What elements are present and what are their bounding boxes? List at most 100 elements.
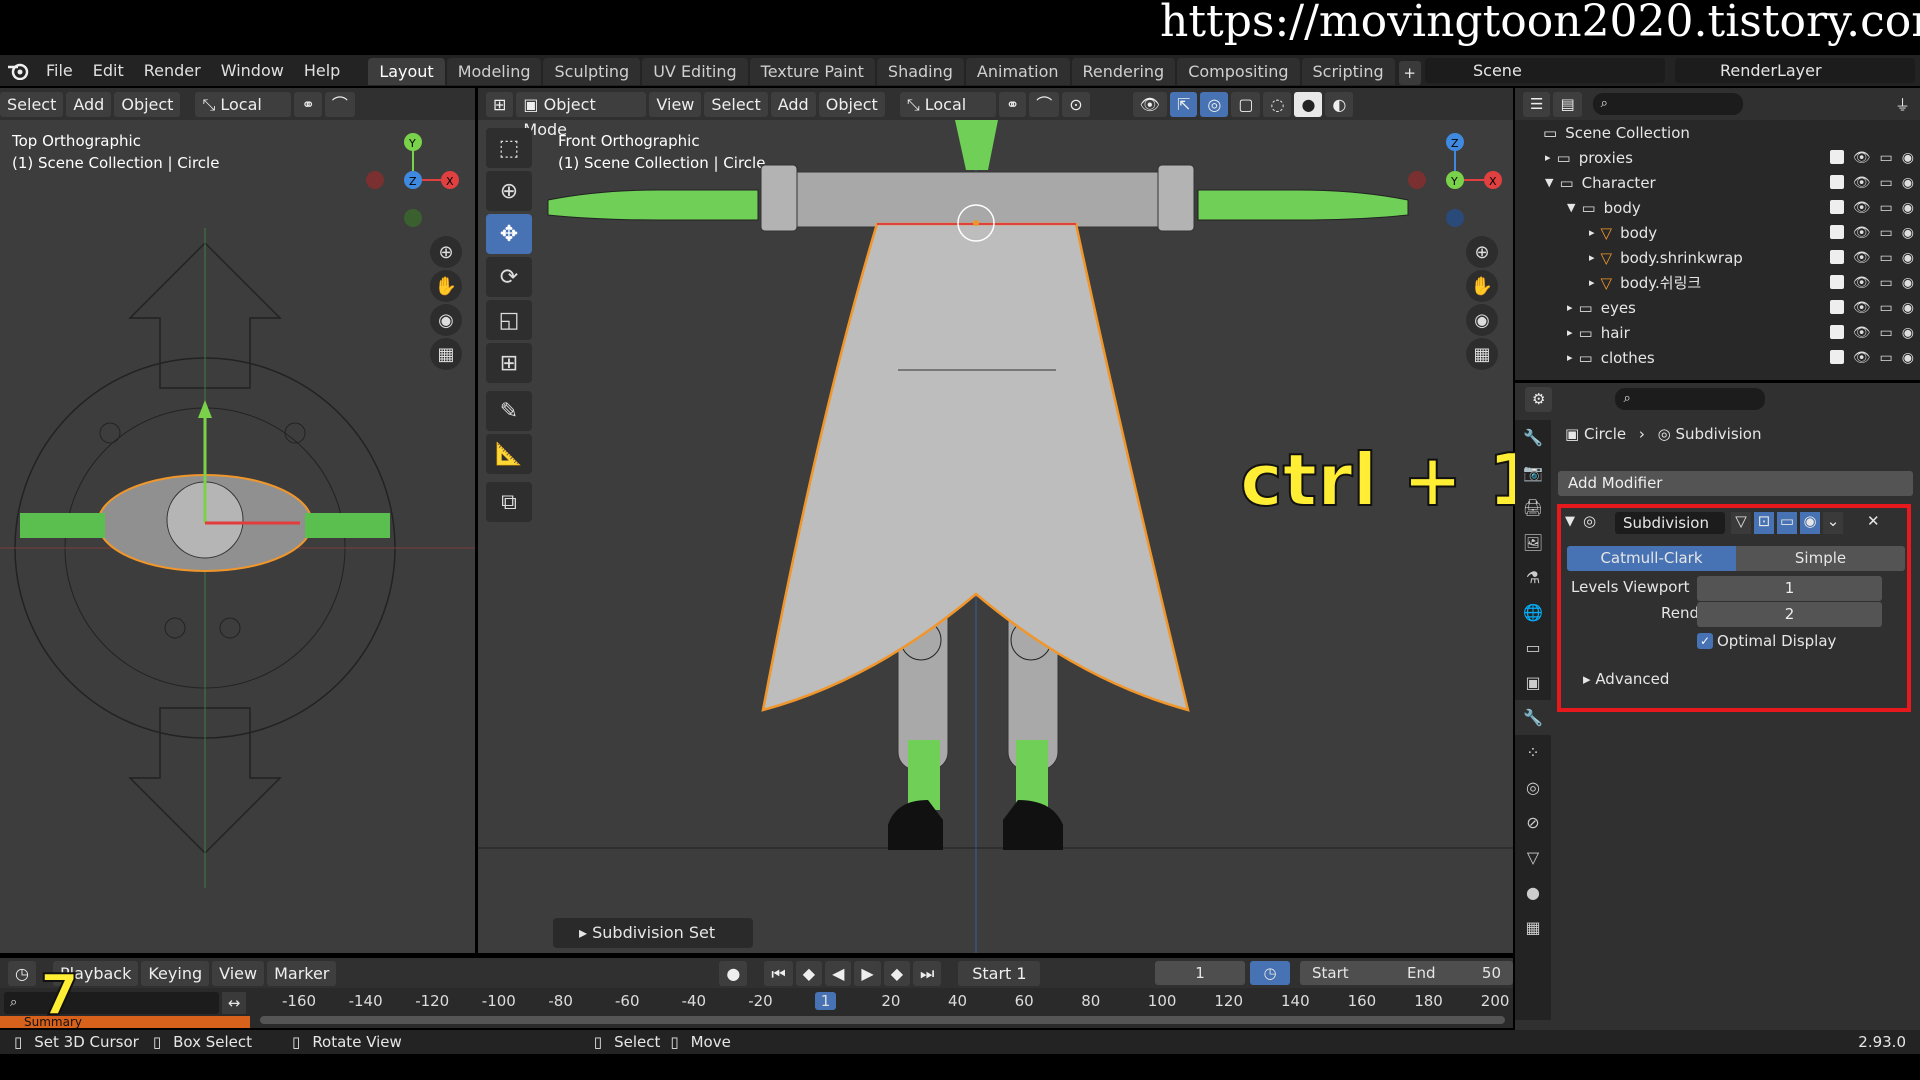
- texture-tab-icon[interactable]: ▦: [1515, 910, 1551, 945]
- render-tab-icon[interactable]: 📷: [1515, 455, 1551, 490]
- modifier-tab-icon[interactable]: 🔧: [1515, 700, 1551, 735]
- snap-icon[interactable]: ⌒: [1029, 91, 1060, 117]
- expand-arrow-icon[interactable]: ▸: [1589, 251, 1595, 264]
- outliner-row[interactable]: ▸ ▭ proxies 👁 ▭ ◉: [1515, 145, 1920, 170]
- measure-tool-icon[interactable]: 📐: [486, 434, 532, 474]
- main-pan-hand-icon[interactable]: ✋: [1466, 270, 1498, 302]
- timeline-area[interactable]: ⌕ ↔ Summary -160 -140 -120 -100 -80 -60 -40 -20…: [0, 988, 1513, 1028]
- visibility-icon[interactable]: 👁: [1132, 91, 1167, 117]
- collapse-arrow-icon[interactable]: ▼: [1565, 514, 1575, 529]
- edit-mode-toggle-icon[interactable]: ▽: [1731, 512, 1751, 534]
- timeline-view-menu[interactable]: View: [212, 960, 265, 986]
- swap-icon[interactable]: ↔: [222, 992, 246, 1014]
- menu-window[interactable]: Window: [211, 61, 294, 80]
- annotate-tool-icon[interactable]: ✎: [486, 391, 532, 431]
- editor-type-icon[interactable]: ⊞: [486, 91, 514, 117]
- left-select-menu[interactable]: Select: [0, 91, 64, 117]
- pan-hand-icon[interactable]: ✋: [430, 270, 462, 302]
- add-workspace-button[interactable]: +: [1398, 60, 1421, 85]
- end-field[interactable]: End 50: [1395, 961, 1513, 985]
- timeline-editor-icon[interactable]: ◷: [8, 960, 36, 986]
- menu-edit[interactable]: Edit: [83, 61, 134, 80]
- blender-logo-icon[interactable]: [0, 55, 36, 86]
- world-tab-icon[interactable]: 🌐: [1515, 595, 1551, 630]
- keying-menu[interactable]: Keying: [141, 960, 210, 986]
- visibility-toggles[interactable]: 👁 ▭ ◉: [1829, 224, 1914, 241]
- jump-start-icon[interactable]: ⏮: [764, 960, 793, 986]
- visibility-toggles[interactable]: 👁 ▭ ◉: [1829, 199, 1914, 216]
- mode-dropdown[interactable]: ▣ Object Mode: [516, 91, 647, 139]
- add-cube-tool-icon[interactable]: ⧉: [486, 482, 532, 522]
- particles-tab-icon[interactable]: ⁘: [1515, 735, 1551, 770]
- scene-tab-icon[interactable]: ⚗: [1515, 560, 1551, 595]
- prev-keyframe-icon[interactable]: ◆: [795, 960, 823, 986]
- outliner-row[interactable]: ▸ ▭ clothes 👁 ▭ ◉: [1515, 345, 1920, 370]
- main-navigation-gizmo[interactable]: Z X Y: [1403, 130, 1513, 230]
- move-tool-icon[interactable]: ✥: [486, 214, 532, 254]
- tool-tab-icon[interactable]: 🔧: [1515, 420, 1551, 455]
- catmull-clark-button[interactable]: Catmull-Clark: [1567, 546, 1736, 571]
- outliner-row[interactable]: ▸ ▭ eyes 👁 ▭ ◉: [1515, 295, 1920, 320]
- visibility-toggles[interactable]: 👁 ▭ ◉: [1829, 249, 1914, 266]
- current-frame-field[interactable]: 1: [1155, 961, 1245, 985]
- tab-scripting[interactable]: Scripting: [1301, 57, 1395, 85]
- visibility-toggles[interactable]: 👁 ▭ ◉: [1829, 174, 1914, 191]
- camera-icon[interactable]: ◉: [430, 304, 462, 336]
- view-layer-tab-icon[interactable]: 🖼: [1515, 525, 1551, 560]
- object-menu[interactable]: Object: [818, 91, 885, 117]
- advanced-section[interactable]: ▸ Advanced: [1583, 670, 1669, 688]
- tab-compositing[interactable]: Compositing: [1177, 57, 1300, 85]
- visibility-toggles[interactable]: 👁 ▭ ◉: [1829, 274, 1914, 291]
- main-grid-icon[interactable]: ▦: [1466, 338, 1498, 370]
- zoom-icon[interactable]: ⊕: [430, 236, 462, 268]
- output-tab-icon[interactable]: 🖨: [1515, 490, 1551, 525]
- visibility-toggles[interactable]: 👁 ▭ ◉: [1829, 349, 1914, 366]
- modifier-name-input[interactable]: Subdivision: [1615, 512, 1725, 534]
- xray-icon[interactable]: ▢: [1231, 91, 1261, 117]
- orientation-dropdown[interactable]: ⤡ Local: [899, 91, 996, 117]
- cursor-tool-icon[interactable]: ⊕: [486, 171, 532, 211]
- material-shading-icon[interactable]: ◐: [1325, 91, 1354, 117]
- outliner-row[interactable]: ▼ ▭ Character 👁 ▭ ◉: [1515, 170, 1920, 195]
- timeline-scrollbar[interactable]: [260, 1016, 1505, 1024]
- scene-selector[interactable]: Scene: [1425, 58, 1665, 83]
- left-object-menu[interactable]: Object: [114, 91, 181, 117]
- simple-button[interactable]: Simple: [1736, 546, 1905, 571]
- visibility-toggles[interactable]: 👁 ▭ ◉: [1829, 149, 1914, 166]
- remove-modifier-icon[interactable]: ✕: [1867, 512, 1880, 530]
- outliner-row[interactable]: ▼ ▭ body 👁 ▭ ◉: [1515, 195, 1920, 220]
- play-reverse-icon[interactable]: ◀: [825, 960, 852, 986]
- timeline-search-input[interactable]: ⌕: [4, 992, 219, 1014]
- outliner-editor-icon[interactable]: ☰: [1523, 91, 1551, 117]
- outliner-row[interactable]: ▸ ▽ body.shrinkwrap 👁 ▭ ◉: [1515, 245, 1920, 270]
- grid-icon[interactable]: ▦: [430, 338, 462, 370]
- marker-menu[interactable]: Marker: [267, 960, 337, 986]
- main-zoom-icon[interactable]: ⊕: [1466, 236, 1498, 268]
- add-menu[interactable]: Add: [770, 91, 816, 117]
- properties-search-input[interactable]: ⌕: [1615, 388, 1766, 410]
- select-menu[interactable]: Select: [704, 91, 768, 117]
- left-pivot-icon[interactable]: ⚭: [294, 91, 322, 117]
- outliner-filter-icon[interactable]: ⏚: [1895, 94, 1910, 115]
- outliner-row[interactable]: ▸ ▭ hair 👁 ▭ ◉: [1515, 320, 1920, 345]
- optimal-display-checkbox[interactable]: ✓ Optimal Display: [1697, 632, 1836, 650]
- preview-range-icon[interactable]: ◷: [1250, 961, 1290, 985]
- tab-texture-paint[interactable]: Texture Paint: [749, 57, 875, 85]
- cage-toggle-icon[interactable]: ⊡: [1754, 512, 1774, 534]
- play-icon[interactable]: ▶: [854, 960, 881, 986]
- left-viewport[interactable]: Select Add Object ⤡ Local ⚭ ⌒ Top Orthog…: [0, 88, 475, 953]
- next-keyframe-icon[interactable]: ◆: [883, 960, 911, 986]
- proportional-icon[interactable]: ⊙: [1062, 91, 1090, 117]
- overlay-toggle-icon[interactable]: ◎: [1200, 91, 1229, 117]
- left-add-menu[interactable]: Add: [66, 91, 112, 117]
- expand-arrow-icon[interactable]: ▸: [1545, 151, 1551, 164]
- levels-viewport-field[interactable]: 1: [1697, 576, 1882, 601]
- expand-arrow-icon[interactable]: ▸: [1589, 276, 1595, 289]
- menu-help[interactable]: Help: [294, 61, 350, 80]
- tab-sculpting[interactable]: Sculpting: [543, 57, 641, 85]
- left-navigation-gizmo[interactable]: Y X Z: [360, 130, 470, 230]
- expand-arrow-icon[interactable]: ▸: [1567, 326, 1573, 339]
- material-tab-icon[interactable]: ●: [1515, 875, 1551, 910]
- visibility-toggles[interactable]: 👁 ▭ ◉: [1829, 299, 1914, 316]
- expand-arrow-icon[interactable]: ▸: [1567, 301, 1573, 314]
